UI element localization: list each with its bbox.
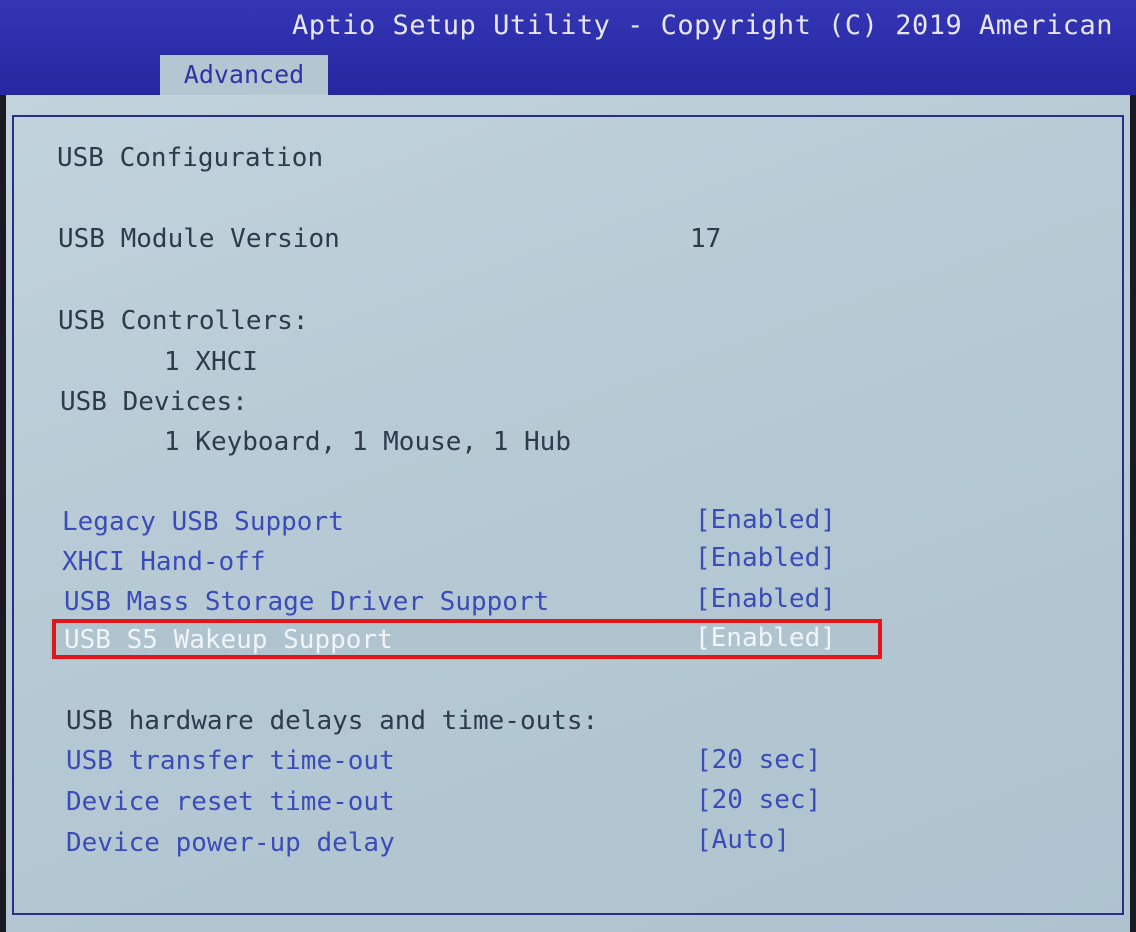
xhci-hand-off-option[interactable]: XHCI Hand-off [62,546,266,578]
usb-devices-label: USB Devices: [60,387,248,417]
xhci-hand-off-value[interactable]: [Enabled] [695,542,836,574]
device-power-up-delay-option[interactable]: Device power-up delay [66,827,395,859]
main-panel: USB Configuration USB Module Version 17 … [6,95,1130,932]
usb-mass-storage-driver-option[interactable]: USB Mass Storage Driver Support [64,586,549,618]
legacy-usb-support-option[interactable]: Legacy USB Support [62,506,344,538]
device-power-up-delay-value[interactable]: [Auto] [696,824,790,856]
usb-module-version-label: USB Module Version [58,224,340,254]
usb-controllers-value: 1 XHCI [164,347,258,377]
usb-mass-storage-driver-value[interactable]: [Enabled] [695,583,836,615]
device-reset-timeout-option[interactable]: Device reset time-out [66,786,395,818]
device-reset-timeout-value[interactable]: [20 sec] [696,784,821,816]
delays-heading: USB hardware delays and time-outs: [66,706,599,736]
usb-devices-value: 1 Keyboard, 1 Mouse, 1 Hub [164,427,571,457]
tab-advanced[interactable]: Advanced [160,55,328,95]
bios-title: Aptio Setup Utility - Copyright (C) 2019… [292,10,1114,41]
usb-transfer-timeout-option[interactable]: USB transfer time-out [66,745,395,777]
usb-module-version-value: 17 [690,224,722,254]
legacy-usb-support-value[interactable]: [Enabled] [695,504,836,536]
section-title: USB Configuration [57,143,324,173]
usb-transfer-timeout-value[interactable]: [20 sec] [696,744,821,776]
red-highlight-box [52,619,882,659]
bios-screen: Aptio Setup Utility - Copyright (C) 2019… [0,0,1136,932]
usb-controllers-label: USB Controllers: [58,306,309,336]
bios-header-bar: Aptio Setup Utility - Copyright (C) 2019… [0,0,1136,95]
